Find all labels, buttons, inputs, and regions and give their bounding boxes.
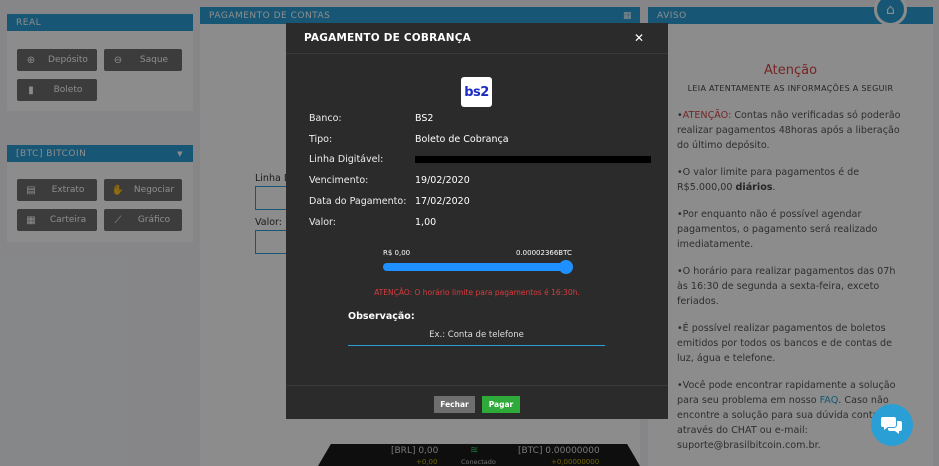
observacao-label: Observação: xyxy=(348,311,415,322)
data-pagamento-value: 17/02/2020 xyxy=(415,196,470,207)
data-pagamento-label: Data do Pagamento: xyxy=(309,196,407,207)
observacao-input[interactable] xyxy=(348,325,605,346)
amount-slider[interactable] xyxy=(383,260,573,274)
slider-fill xyxy=(383,263,566,271)
bank-logo: bs2 xyxy=(461,77,492,107)
tipo-label: Tipo: xyxy=(309,134,333,145)
vencimento-value: 19/02/2020 xyxy=(415,175,470,186)
pagamento-cobranca-modal: PAGAMENTO DE COBRANÇA ✕ bs2 Banco: BS2 T… xyxy=(286,23,668,419)
chat-button[interactable] xyxy=(871,404,913,446)
chat-bubbles-icon xyxy=(881,417,902,434)
slider-handle[interactable] xyxy=(559,260,573,274)
tipo-value: Boleto de Cobrança xyxy=(415,134,509,145)
valor-label: Valor: xyxy=(309,217,336,228)
modal-header: PAGAMENTO DE COBRANÇA xyxy=(286,23,668,54)
valor-value: 1,00 xyxy=(415,217,437,228)
modal-title: PAGAMENTO DE COBRANÇA xyxy=(304,32,471,44)
modal-footer: Fechar Pagar xyxy=(286,385,668,419)
banco-value: BS2 xyxy=(415,113,434,124)
banco-label: Banco: xyxy=(309,113,342,124)
slider-max-label: 0.00002366BTC xyxy=(516,249,572,257)
time-limit-warning: ATENÇÃO: O horário limite para pagamento… xyxy=(374,288,580,297)
linha-digitavel-masked xyxy=(415,156,651,163)
slider-min-label: R$ 0,00 xyxy=(383,249,411,257)
close-icon[interactable]: ✕ xyxy=(634,31,644,45)
linha-digitavel-label: Linha Digitável: xyxy=(309,154,384,165)
fechar-button[interactable]: Fechar xyxy=(434,396,475,413)
vencimento-label: Vencimento: xyxy=(309,175,369,186)
pagar-button[interactable]: Pagar xyxy=(482,396,520,413)
